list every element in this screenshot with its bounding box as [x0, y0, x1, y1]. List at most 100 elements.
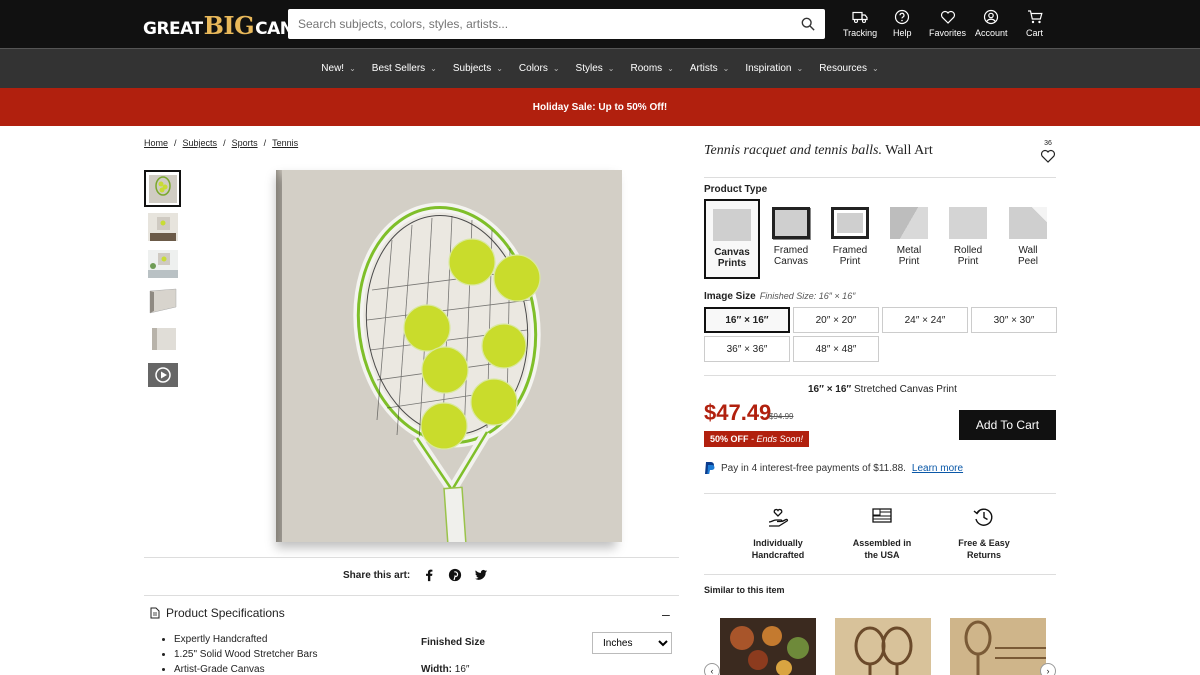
menu-label: Resources	[819, 63, 867, 74]
feature-free-returns: Free & Easy Returns	[934, 505, 1034, 561]
list-item: 1.25" Solid Wood Stretcher Bars	[174, 647, 317, 662]
size-option-48x48[interactable]: 48″ × 48″	[793, 336, 879, 362]
search-input[interactable]	[288, 9, 768, 39]
handcrafted-icon	[768, 508, 789, 527]
divider	[144, 595, 679, 596]
chevron-down-icon: ⌄	[349, 64, 356, 73]
width-label: Width:	[421, 664, 453, 675]
nav-cart[interactable]: Cart	[1026, 9, 1043, 38]
unit-select[interactable]: Inches	[592, 632, 672, 654]
add-to-cart-button[interactable]: Add To Cart	[959, 410, 1056, 440]
similar-item-2[interactable]	[835, 618, 931, 675]
size-option-24x24[interactable]: 24″ × 24″	[882, 307, 968, 333]
menu-item-new[interactable]: New! ⌄	[313, 63, 364, 74]
menu-item-rooms[interactable]: Rooms ⌄	[622, 63, 681, 74]
specifications-title: Product Specifications	[166, 606, 285, 620]
divider	[704, 177, 1056, 178]
paypal-learn-more-link[interactable]: Learn more	[912, 463, 963, 474]
carousel-prev-arrow[interactable]: ‹	[704, 663, 720, 675]
menu-label: Styles	[575, 63, 603, 74]
product-type-label-line2: Canvas	[774, 256, 808, 267]
chevron-down-icon: ⌄	[607, 64, 615, 73]
sale-price: $47.49	[704, 400, 772, 425]
thumbnail-side-view[interactable]	[144, 282, 181, 319]
play-video-icon	[147, 362, 178, 387]
search-icon[interactable]	[801, 17, 815, 31]
similar-item-image	[950, 618, 1046, 675]
menu-item-artists[interactable]: Artists ⌄	[682, 63, 737, 74]
facebook-icon[interactable]	[422, 568, 436, 582]
product-type-framed-print[interactable]: Framed Print	[822, 199, 878, 279]
size-option-30x30[interactable]: 30″ × 30″	[971, 307, 1057, 333]
nav-tracking[interactable]: Tracking	[843, 9, 877, 38]
canvas-swatch	[713, 209, 751, 241]
size-option-36x36[interactable]: 36″ × 36″	[704, 336, 790, 362]
similar-item-1[interactable]	[720, 618, 816, 675]
thumbnail-corner-view[interactable]	[144, 319, 181, 356]
breadcrumb-sports[interactable]: Sports	[232, 138, 258, 148]
twitter-icon[interactable]	[474, 568, 488, 582]
similar-item-3[interactable]	[950, 618, 1046, 675]
logo-part-big: BIG	[203, 11, 255, 40]
product-type-wall-peel[interactable]: Wall Peel	[1000, 199, 1056, 279]
thumbnail-room-1[interactable]	[144, 208, 181, 245]
menu-label: Best Sellers	[371, 63, 426, 74]
thumbnail-image	[149, 288, 176, 313]
breadcrumb-tennis[interactable]: Tennis	[272, 138, 298, 148]
divider	[704, 574, 1056, 575]
similar-item-image	[835, 618, 931, 675]
favorite-button[interactable]: 36	[1040, 140, 1056, 164]
nav-tracking-label: Tracking	[843, 28, 878, 38]
breadcrumb-home[interactable]: Home	[144, 138, 168, 148]
thumbnail-room-2[interactable]	[144, 245, 181, 282]
tennis-racquet-artwork	[282, 170, 622, 542]
thumbnail-image	[147, 249, 178, 278]
promo-banner[interactable]: Holiday Sale: Up to 50% Off!	[0, 88, 1200, 126]
menu-item-colors[interactable]: Colors ⌄	[511, 63, 568, 74]
size-option-20x20[interactable]: 20″ × 20″	[793, 307, 879, 333]
list-item: Artist-Grade Canvas	[174, 662, 317, 675]
menu-item-resources[interactable]: Resources ⌄	[811, 63, 887, 74]
product-specifications-header[interactable]: Product Specifications	[150, 606, 285, 620]
list-item: Expertly Handcrafted	[174, 632, 317, 647]
nav-help[interactable]: Help	[893, 9, 912, 38]
similar-item-image	[720, 618, 816, 675]
metal-print-swatch	[890, 207, 928, 239]
collapse-icon[interactable]: –	[662, 606, 670, 622]
feature-label-line1: Assembled in	[852, 538, 912, 548]
feature-label-line2: the USA	[864, 550, 900, 560]
product-title-suffix: Wall Art	[885, 143, 933, 158]
menu-label: Artists	[689, 63, 718, 74]
size-option-16x16[interactable]: 16″ × 16″	[704, 307, 790, 333]
thumbnail-video[interactable]	[144, 356, 181, 393]
menu-label: Subjects	[452, 63, 492, 74]
returns-icon	[973, 508, 993, 526]
thumbnail-main[interactable]	[144, 170, 181, 207]
chevron-down-icon: ⌄	[667, 64, 674, 73]
nav-favorites[interactable]: Favorites	[929, 9, 966, 38]
product-type-label-line1: Metal	[896, 245, 922, 256]
product-type-canvas-prints[interactable]: Canvas Prints	[704, 199, 760, 279]
product-type-label-line2: Peel	[1017, 256, 1038, 267]
product-type-framed-canvas[interactable]: Framed Canvas	[763, 199, 819, 279]
divider	[144, 557, 679, 558]
feature-handcrafted: Individually Handcrafted	[728, 505, 828, 561]
product-type-rolled-print[interactable]: Rolled Print	[940, 199, 996, 279]
finished-size-text: Finished Size: 16″ × 16″	[759, 291, 856, 301]
product-title-main: Tennis racquet and tennis balls.	[704, 143, 882, 158]
menu-item-inspiration[interactable]: Inspiration ⌄	[737, 63, 811, 74]
thumbnail-image	[147, 212, 178, 241]
product-type-metal-print[interactable]: Metal Print	[881, 199, 937, 279]
chevron-down-icon: ⌄	[722, 64, 730, 73]
nav-favorites-label: Favorites	[929, 28, 967, 38]
carousel-next-arrow[interactable]: ›	[1040, 663, 1056, 675]
favorites-count: 36	[1044, 140, 1052, 147]
menu-item-styles[interactable]: Styles ⌄	[568, 63, 623, 74]
product-image[interactable]	[252, 170, 622, 546]
breadcrumb-subjects[interactable]: Subjects	[183, 138, 218, 148]
menu-item-subjects[interactable]: Subjects ⌄	[445, 63, 511, 74]
nav-account[interactable]: Account	[975, 9, 1008, 38]
menu-item-best-sellers[interactable]: Best Sellers ⌄	[364, 63, 445, 74]
breadcrumb-separator: /	[263, 138, 267, 148]
pinterest-icon[interactable]	[448, 568, 462, 582]
